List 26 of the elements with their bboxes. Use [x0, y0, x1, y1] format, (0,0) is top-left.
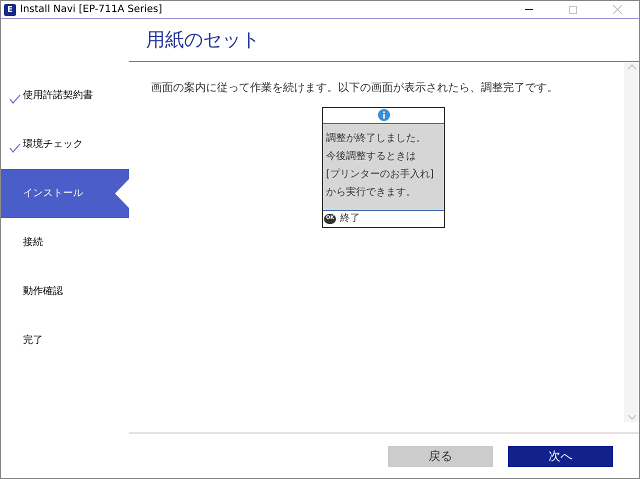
pointer-notch	[115, 179, 129, 208]
step-label: インストール	[23, 187, 83, 201]
step-label: 動作確認	[23, 284, 63, 299]
maximize-icon	[569, 6, 577, 14]
screen-message-line: 今後調整するときは	[326, 150, 417, 164]
step-label: 完了	[23, 334, 43, 348]
ok-label: 終了	[340, 212, 360, 226]
screen-message-line: [プリンターのお手入れ]	[326, 168, 435, 182]
step-label: 使用許諾契約書	[23, 88, 93, 103]
scroll-down-icon	[628, 415, 636, 420]
step-label: 環境チェック	[23, 138, 83, 152]
screen-message-line: から実行できます。	[326, 186, 417, 200]
minimize-icon	[525, 9, 533, 10]
window-title: Install Navi [EP-711A Series]	[20, 3, 162, 17]
next-button[interactable]: 次へ	[508, 446, 613, 466]
scroll-up-icon	[628, 64, 636, 69]
info-icon	[378, 109, 390, 121]
instruction-text: 画面の案内に従って作業を続けます。以下の画面が表示されたら、調整完了です。	[151, 80, 559, 96]
checkmark-icon	[9, 142, 21, 152]
step-label: 接続	[23, 236, 43, 250]
app-icon: E	[4, 4, 16, 16]
screen-message-line: 調整が終了しました。	[326, 132, 427, 146]
checkmark-icon	[9, 94, 21, 104]
back-button[interactable]: 戻る	[388, 446, 493, 466]
page-title: 用紙のセット	[146, 28, 260, 53]
close-icon	[612, 5, 622, 14]
